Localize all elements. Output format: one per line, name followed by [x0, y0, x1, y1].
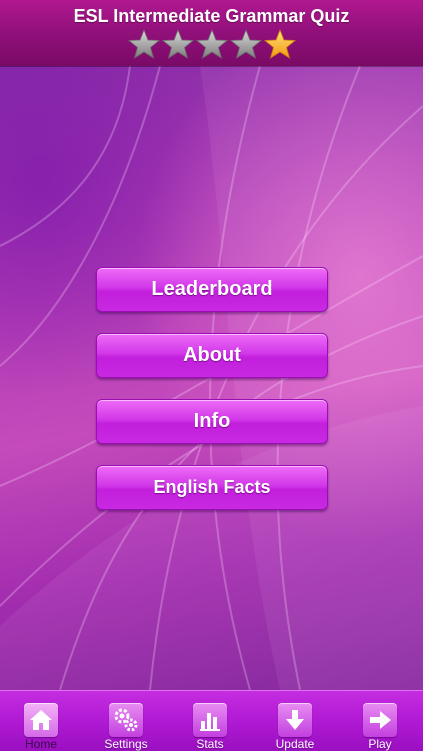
- tab-update-label: Update: [275, 737, 315, 751]
- app-header: ESL Intermediate Grammar Quiz: [0, 0, 423, 66]
- star-filled-icon: [263, 28, 296, 59]
- tab-home[interactable]: Home: [6, 691, 76, 751]
- tab-stats-label: Stats: [196, 737, 224, 751]
- tab-update[interactable]: Update: [260, 691, 330, 751]
- star-empty-icon: [195, 28, 228, 59]
- tab-home-label: Home: [24, 737, 57, 751]
- star-rating: [0, 28, 423, 60]
- tab-play-label: Play: [368, 737, 392, 751]
- about-button[interactable]: About: [96, 333, 328, 378]
- home-icon: [24, 703, 58, 737]
- tab-settings[interactable]: Settings: [91, 691, 161, 751]
- tab-settings-label: Settings: [104, 737, 148, 751]
- bar-chart-icon: [193, 703, 227, 737]
- download-arrow-icon: [278, 703, 312, 737]
- gear-icon: [109, 703, 143, 737]
- english-facts-button[interactable]: English Facts: [96, 465, 328, 510]
- tab-play[interactable]: Play: [345, 691, 415, 751]
- tab-stats[interactable]: Stats: [175, 691, 245, 751]
- right-arrow-icon: [363, 703, 397, 737]
- background-wallpaper: [0, 66, 423, 690]
- wallpaper-rays: [0, 66, 423, 690]
- info-button[interactable]: Info: [96, 399, 328, 444]
- app-title: ESL Intermediate Grammar Quiz: [73, 6, 350, 26]
- star-empty-icon: [229, 28, 262, 59]
- star-empty-icon: [161, 28, 194, 59]
- star-empty-icon: [127, 28, 160, 59]
- bottom-tab-bar: Home Settings Stats Update Play: [0, 690, 423, 751]
- leaderboard-button[interactable]: Leaderboard: [96, 267, 328, 312]
